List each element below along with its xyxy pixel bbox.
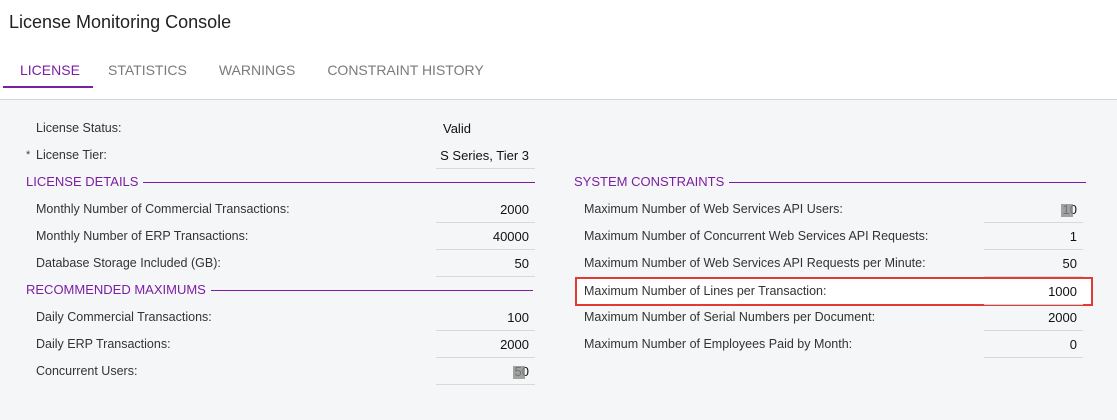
page-title: License Monitoring Console bbox=[9, 12, 232, 32]
concurrent-users-label: Concurrent Users: bbox=[36, 364, 138, 378]
api-users-field[interactable]: 10 bbox=[984, 197, 1083, 223]
tab-warnings[interactable]: WARNINGS bbox=[203, 55, 311, 86]
concurrent-api-requests-field[interactable]: 1 bbox=[984, 224, 1083, 250]
api-requests-per-minute-field[interactable]: 50 bbox=[984, 251, 1083, 277]
license-tier-field[interactable]: S Series, Tier 3 bbox=[436, 143, 535, 169]
erp-transactions-field[interactable]: 40000 bbox=[436, 224, 535, 250]
tab-license[interactable]: LICENSE bbox=[3, 55, 93, 88]
api-users-label: Maximum Number of Web Services API Users… bbox=[584, 202, 843, 216]
commercial-transactions-field[interactable]: 2000 bbox=[436, 197, 535, 223]
section-divider bbox=[729, 182, 1087, 184]
concurrent-api-requests-label: Maximum Number of Concurrent Web Service… bbox=[584, 229, 929, 243]
section-divider bbox=[143, 182, 536, 184]
commercial-transactions-label: Monthly Number of Commercial Transaction… bbox=[36, 202, 290, 216]
section-divider bbox=[210, 290, 533, 292]
header: License Monitoring Console LICENSE STATI… bbox=[0, 0, 1117, 100]
database-storage-field[interactable]: 50 bbox=[436, 251, 535, 277]
license-tier-label: License Tier: bbox=[36, 148, 107, 162]
spinner-icon bbox=[1060, 204, 1073, 218]
recommended-maximums-heading: RECOMMENDED MAXIMUMS bbox=[26, 282, 533, 297]
daily-erp-label: Daily ERP Transactions: bbox=[36, 337, 171, 351]
license-status-value: Valid bbox=[443, 121, 471, 136]
employees-paid-label: Maximum Number of Employees Paid by Mont… bbox=[584, 337, 853, 351]
recommended-maximums-heading-text: RECOMMENDED MAXIMUMS bbox=[26, 282, 206, 297]
tab-statistics[interactable]: STATISTICS bbox=[92, 55, 203, 86]
system-constraints-heading-text: SYSTEM CONSTRAINTS bbox=[574, 174, 725, 189]
employees-paid-field[interactable]: 0 bbox=[984, 332, 1083, 358]
api-requests-per-minute-label: Maximum Number of Web Services API Reque… bbox=[584, 256, 926, 270]
serial-numbers-label: Maximum Number of Serial Numbers per Doc… bbox=[584, 310, 876, 324]
spinner-icon bbox=[512, 366, 525, 380]
lines-per-transaction-field[interactable]: 1000 bbox=[984, 279, 1083, 305]
database-storage-label: Database Storage Included (GB): bbox=[36, 256, 221, 270]
concurrent-users-field[interactable]: 50 bbox=[436, 359, 535, 385]
tab-bar: LICENSE STATISTICS WARNINGS CONSTRAINT H… bbox=[3, 55, 500, 88]
daily-erp-field[interactable]: 2000 bbox=[436, 332, 535, 358]
license-details-heading-text: LICENSE DETAILS bbox=[26, 174, 139, 189]
system-constraints-heading: SYSTEM CONSTRAINTS bbox=[574, 174, 1087, 189]
required-marker: * bbox=[26, 149, 31, 161]
lines-per-transaction-label: Maximum Number of Lines per Transaction: bbox=[584, 284, 827, 298]
daily-commercial-field[interactable]: 100 bbox=[436, 305, 535, 331]
serial-numbers-field[interactable]: 2000 bbox=[984, 305, 1083, 331]
tab-constraint-history[interactable]: CONSTRAINT HISTORY bbox=[311, 55, 499, 86]
erp-transactions-label: Monthly Number of ERP Transactions: bbox=[36, 229, 249, 243]
license-details-heading: LICENSE DETAILS bbox=[26, 174, 536, 189]
daily-commercial-label: Daily Commercial Transactions: bbox=[36, 310, 212, 324]
license-status-label: License Status: bbox=[36, 121, 122, 135]
